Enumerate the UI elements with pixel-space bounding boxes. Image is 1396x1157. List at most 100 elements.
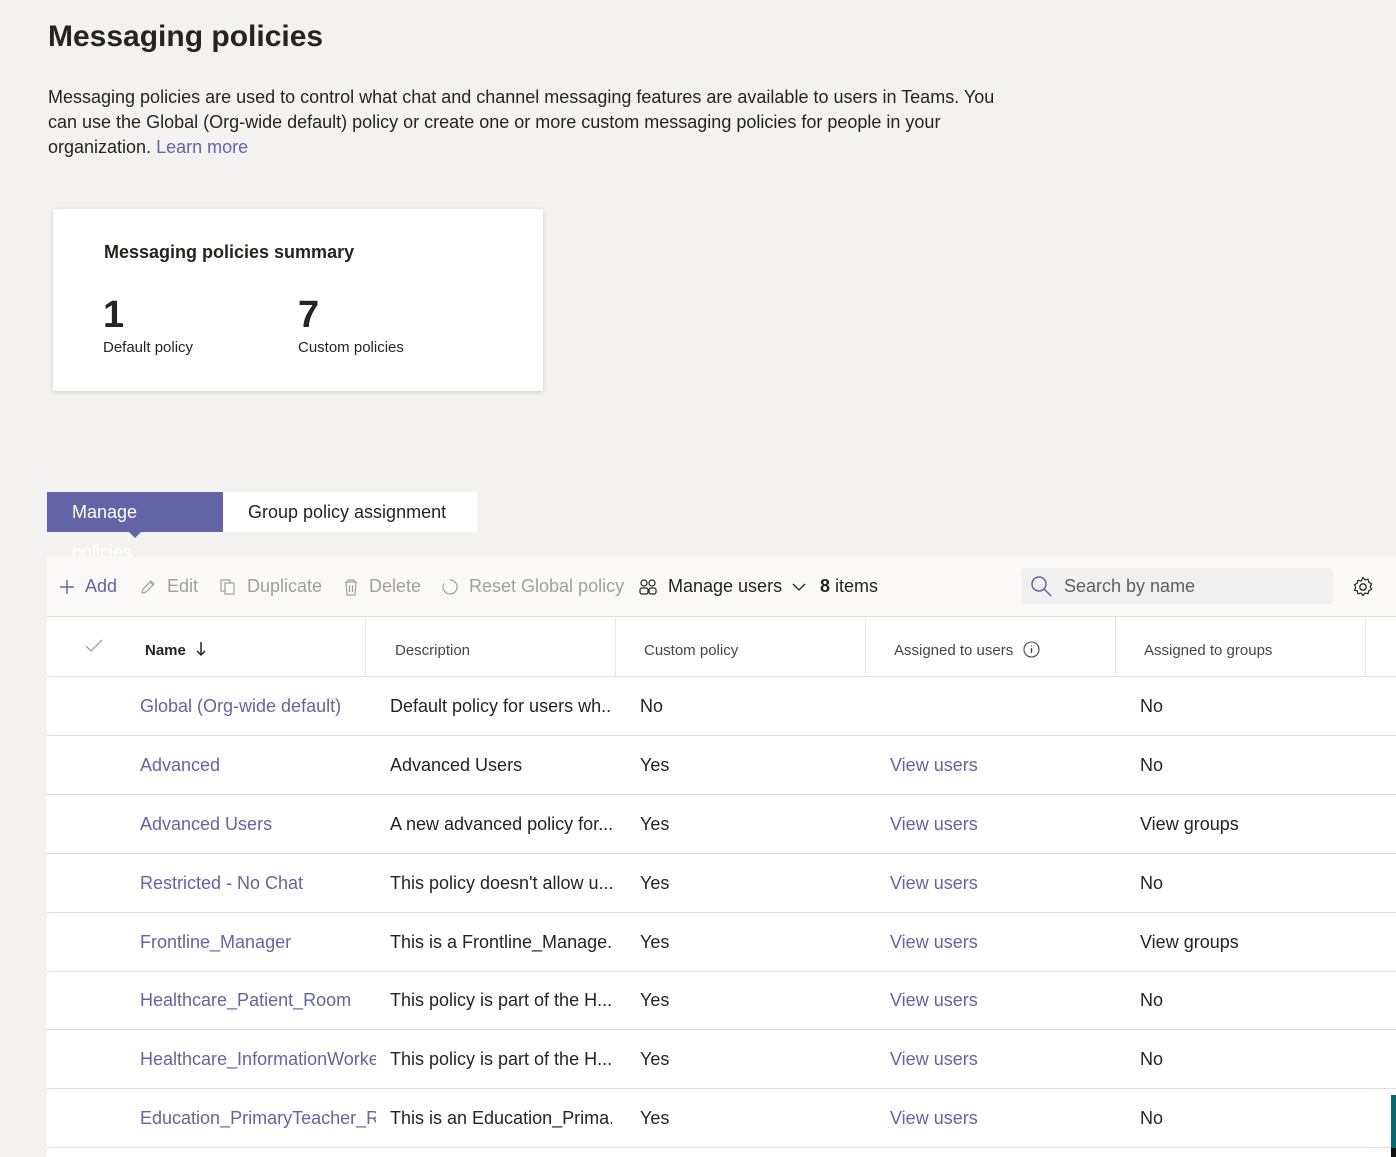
custom-policies-stat: 7 Custom policies: [298, 295, 404, 356]
policy-name-link[interactable]: Global (Org-wide default): [140, 677, 376, 735]
delete-label: Delete: [369, 576, 422, 596]
view-users-link[interactable]: View users: [890, 1030, 978, 1088]
policy-description: This is a Frontline_Manage...: [390, 932, 612, 952]
table-row[interactable]: Global (Org-wide default) Default policy…: [47, 677, 1396, 736]
pencil-icon: [141, 579, 155, 594]
column-name-label: Name: [145, 642, 186, 659]
assigned-groups-value: No: [1140, 755, 1164, 775]
policy-name-link[interactable]: Advanced: [140, 736, 376, 794]
custom-policy-value: No: [640, 696, 664, 716]
column-separator: [615, 617, 616, 676]
scroll-indicator-tail: [1391, 1148, 1396, 1157]
delete-button[interactable]: Delete: [343, 557, 421, 616]
items-count-label: items: [835, 576, 879, 596]
reset-global-policy-button[interactable]: Reset Global policy: [441, 557, 624, 616]
policy-name-link[interactable]: Frontline_Manager: [140, 913, 376, 971]
view-users-link[interactable]: View users: [890, 736, 978, 794]
view-users-link[interactable]: View users: [890, 854, 978, 912]
policies-table: Name Description Custom policy Assigned …: [47, 617, 1396, 1157]
custom-policy-value: Yes: [640, 873, 670, 893]
view-users-link[interactable]: View users: [890, 795, 978, 853]
policy-description: A new advanced policy for...: [390, 814, 612, 834]
column-header-name[interactable]: Name: [145, 617, 206, 676]
policy-description: Default policy for users wh...: [390, 696, 612, 716]
table-row[interactable]: Frontline_Manager This is a Frontline_Ma…: [47, 913, 1396, 972]
column-separator: [365, 617, 366, 676]
column-header-assigned-to-groups[interactable]: Assigned to groups: [1144, 617, 1272, 676]
table-row[interactable]: Advanced Advanced Users Yes View users N…: [47, 736, 1396, 795]
policy-name-link[interactable]: Healthcare_InformationWorker: [140, 1030, 376, 1088]
toolbar: Add Edit Duplicate Delete Reset Global p…: [47, 557, 1396, 617]
add-button[interactable]: Add: [59, 557, 117, 616]
duplicate-button[interactable]: Duplicate: [219, 557, 322, 616]
search-input[interactable]: [1062, 574, 1326, 598]
custom-policies-count: 7: [298, 294, 320, 336]
view-users-link[interactable]: View users: [890, 913, 978, 971]
view-users-link[interactable]: View users: [890, 971, 978, 1029]
table-row[interactable]: Healthcare_InformationWorker This policy…: [47, 1030, 1396, 1089]
table-row[interactable]: Advanced Users A new advanced policy for…: [47, 795, 1396, 854]
learn-more-link[interactable]: Learn more: [156, 137, 248, 157]
settings-button[interactable]: [1352, 576, 1374, 603]
people-icon: [639, 578, 657, 595]
assigned-groups-value: No: [1140, 990, 1164, 1010]
policy-name-link[interactable]: Restricted - No Chat: [140, 854, 376, 912]
custom-policy-value: Yes: [640, 814, 670, 834]
column-header-assigned-to-users[interactable]: Assigned to users: [894, 617, 1040, 676]
sort-descending-icon: [196, 642, 206, 657]
plus-icon: [60, 579, 74, 594]
summary-card: Messaging policies summary 1 Default pol…: [53, 209, 543, 391]
custom-policy-value: Yes: [640, 1108, 670, 1128]
policy-name-link[interactable]: Advanced Users: [140, 795, 376, 853]
default-policy-count: 1: [103, 294, 125, 336]
search-icon: [1031, 576, 1052, 597]
table-row[interactable]: Healthcare_Patient_Room This policy is p…: [47, 971, 1396, 1030]
view-groups-link[interactable]: View groups: [1140, 795, 1239, 853]
policy-description: This is an Education_Prima...: [390, 1108, 612, 1128]
items-count: 8 items: [820, 557, 878, 616]
tab-bar: Manage policies Group policy assignment: [47, 492, 477, 562]
assigned-groups-value: No: [1140, 696, 1164, 716]
select-all-checkbox[interactable]: [85, 639, 103, 658]
tab-group-policy-assignment[interactable]: Group policy assignment: [223, 492, 477, 532]
trash-icon: [345, 578, 357, 596]
edit-label: Edit: [167, 576, 199, 596]
column-header-custom-policy[interactable]: Custom policy: [644, 617, 738, 676]
page-title: Messaging policies: [48, 20, 324, 53]
default-policy-stat: 1 Default policy: [103, 295, 193, 356]
add-label: Add: [85, 576, 118, 596]
search-box: [1021, 568, 1333, 604]
assigned-groups-value: No: [1140, 1108, 1164, 1128]
custom-policies-label: Custom policies: [298, 339, 404, 356]
custom-policy-value: Yes: [640, 990, 670, 1010]
chevron-down-icon: [792, 583, 806, 591]
summary-title: Messaging policies summary: [104, 242, 355, 262]
column-header-description[interactable]: Description: [395, 617, 470, 676]
items-count-number: 8: [820, 576, 831, 596]
info-icon[interactable]: [1023, 641, 1040, 658]
assigned-groups-value: No: [1140, 873, 1164, 893]
default-policy-label: Default policy: [103, 339, 194, 356]
manage-users-button[interactable]: Manage users: [638, 557, 806, 616]
page-description: Messaging policies are used to control w…: [48, 85, 1028, 160]
assigned-users-label: Assigned to users: [894, 642, 1014, 659]
policy-description: This policy is part of the H...: [390, 990, 612, 1010]
custom-policy-value: Yes: [640, 932, 670, 952]
manage-users-label: Manage users: [668, 576, 783, 596]
copy-icon: [220, 578, 235, 595]
view-groups-link[interactable]: View groups: [1140, 913, 1239, 971]
policy-name-link[interactable]: Healthcare_Patient_Room: [140, 971, 376, 1029]
edit-button[interactable]: Edit: [139, 557, 198, 616]
duplicate-label: Duplicate: [247, 576, 323, 596]
tab-manage-policies[interactable]: Manage policies: [47, 492, 223, 562]
table-header: Name Description Custom policy Assigned …: [47, 617, 1396, 677]
column-separator: [1115, 617, 1116, 676]
custom-policy-value: Yes: [640, 1049, 670, 1069]
table-row[interactable]: Education_PrimaryTeacher_RemoteLearning …: [47, 1089, 1396, 1148]
policy-description: Advanced Users: [390, 755, 523, 775]
table-row[interactable]: Restricted - No Chat This policy doesn't…: [47, 854, 1396, 913]
view-users-link[interactable]: View users: [890, 1089, 978, 1147]
policy-description: This policy doesn't allow u...: [390, 873, 612, 893]
custom-policy-value: Yes: [640, 755, 670, 775]
policy-name-link[interactable]: Education_PrimaryTeacher_RemoteLearning: [140, 1089, 376, 1147]
